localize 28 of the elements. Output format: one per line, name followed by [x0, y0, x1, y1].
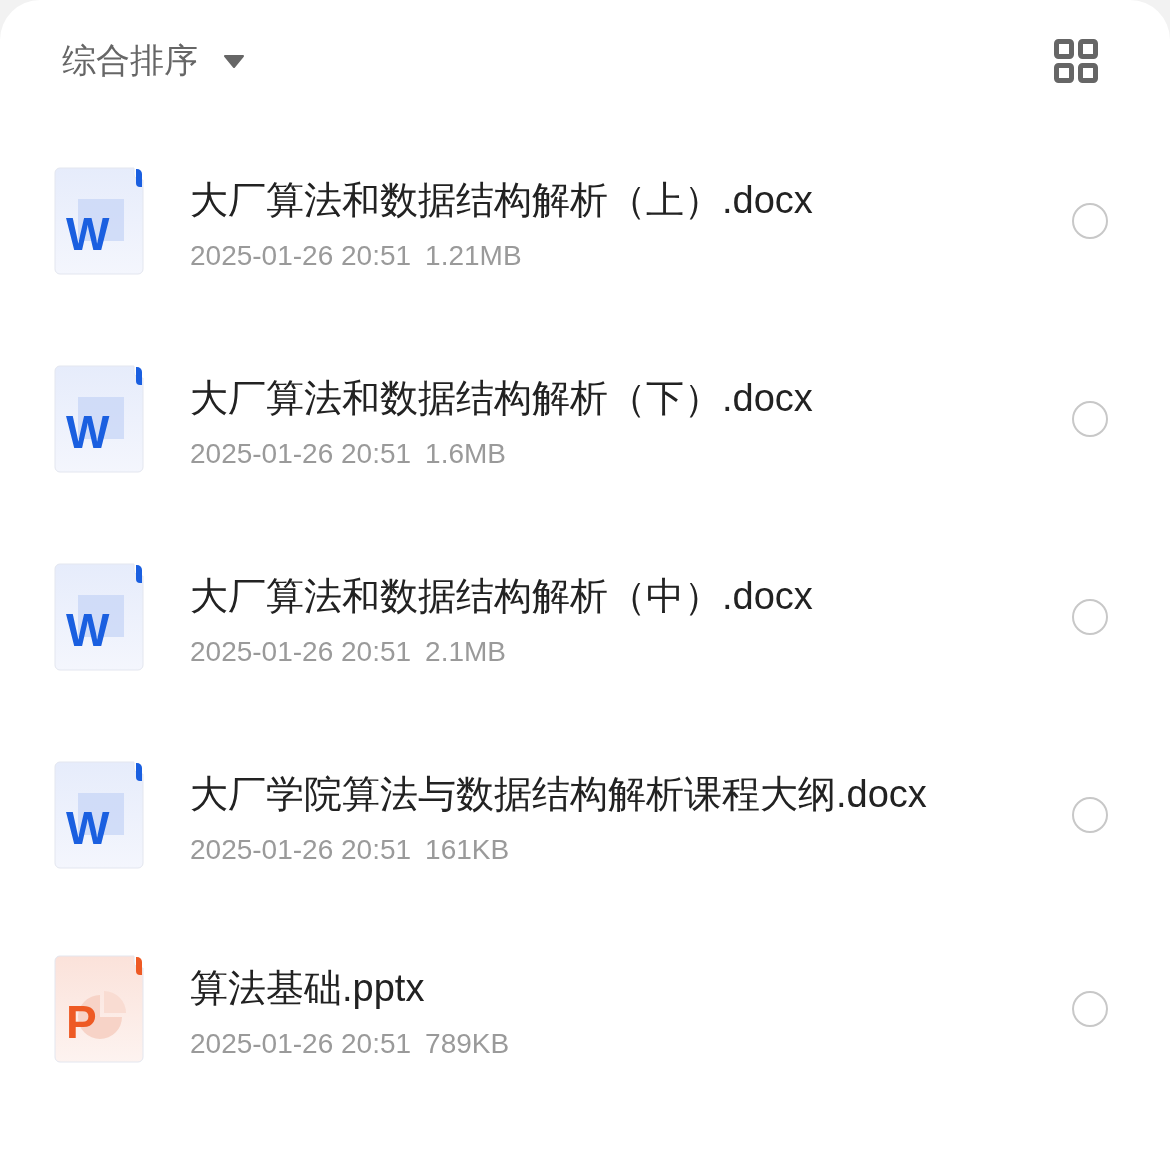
select-radio[interactable]: [1072, 797, 1108, 833]
select-radio[interactable]: [1072, 401, 1108, 437]
file-name: 大厂算法和数据结构解析（中）.docx: [190, 574, 814, 619]
file-size: 789KB: [425, 1028, 510, 1060]
file-date: 2025-01-26 20:51: [190, 438, 412, 470]
file-size: 161KB: [425, 834, 510, 866]
file-name: 大厂学院算法与数据结构解析课程大纲.docx: [190, 772, 928, 817]
file-size: 1.21MB: [425, 240, 522, 272]
file-icon: W: [54, 563, 144, 671]
select-radio[interactable]: [1072, 991, 1108, 1027]
file-icon: W: [54, 365, 144, 473]
file-icon: W: [54, 167, 144, 275]
file-size: 2.1MB: [425, 636, 506, 668]
grid-view-icon[interactable]: [1054, 39, 1098, 83]
file-icon: P: [54, 955, 144, 1063]
select-radio[interactable]: [1072, 599, 1108, 635]
file-icon: W: [54, 761, 144, 869]
sort-dropdown[interactable]: 综合排序: [62, 38, 244, 84]
caret-icon: [224, 54, 244, 68]
file-date: 2025-01-26 20:51: [190, 240, 412, 272]
file-date: 2025-01-26 20:51: [190, 1028, 412, 1060]
select-radio[interactable]: [1072, 203, 1108, 239]
file-date: 2025-01-26 20:51: [190, 834, 412, 866]
file-name: 算法基础.pptx: [190, 966, 426, 1011]
file-name: 大厂算法和数据结构解析（上）.docx: [190, 178, 814, 223]
file-date: 2025-01-26 20:51: [190, 636, 412, 668]
file-name: 大厂算法和数据结构解析（下）.docx: [190, 376, 814, 421]
file-size: 1.6MB: [425, 438, 506, 470]
